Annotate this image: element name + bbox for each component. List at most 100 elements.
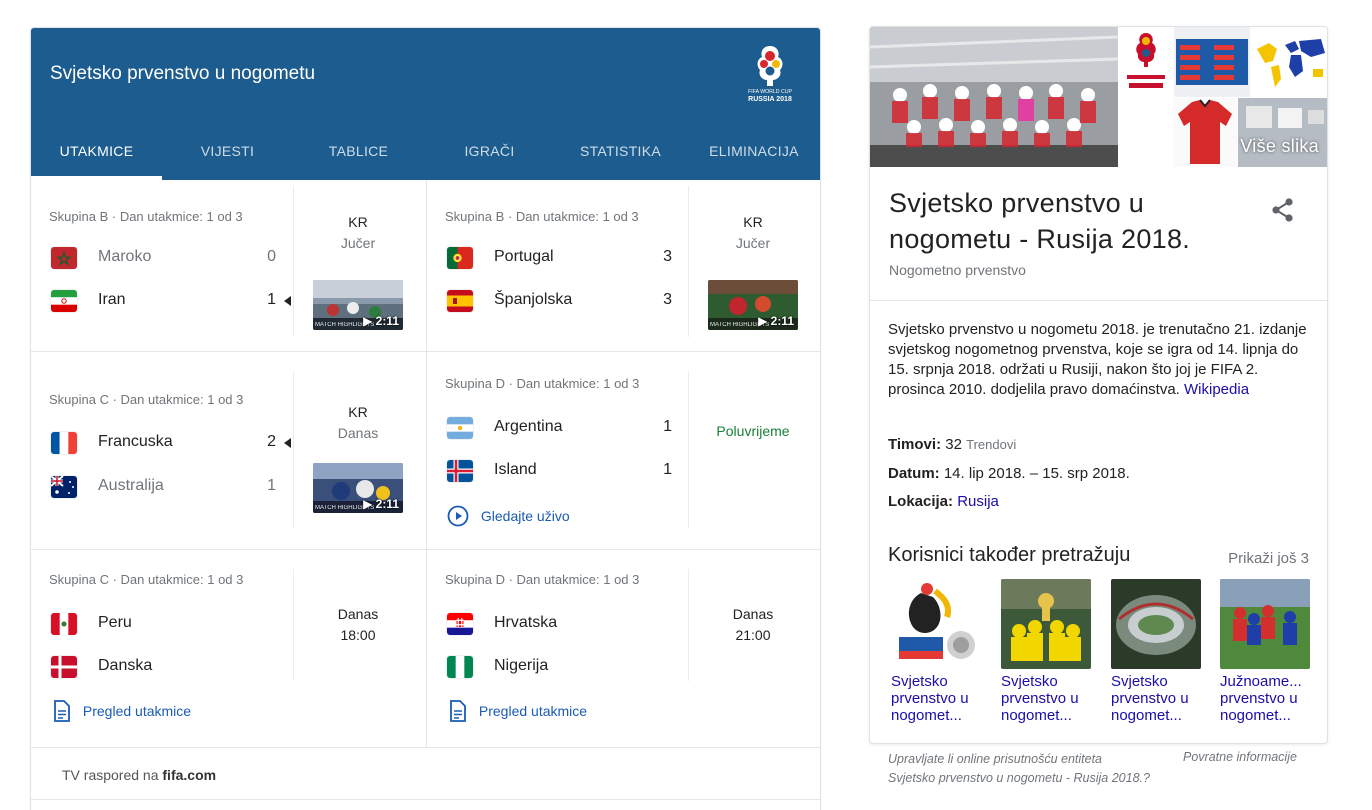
card-header: Svjetsko prvenstvo u nogometu FIFA WORLD…: [31, 28, 820, 180]
team-name: Danska: [98, 657, 153, 674]
team-name: Hrvatska: [494, 614, 558, 631]
team-name: Španjolska: [494, 291, 573, 308]
group-label: Skupina D · Dan utakmice: 1 od 3: [445, 572, 640, 587]
related-entity-image: [1220, 579, 1310, 669]
highlights-video-thumbnail[interactable]: MATCH HIGHLIGHTS ▶ 2:11: [313, 463, 403, 513]
tv-schedule[interactable]: TV raspored na fifa.com: [62, 767, 216, 783]
peru-flag-icon: [51, 613, 77, 635]
related-entity[interactable]: Južnoame... prvenstvo u nogomet...: [1220, 579, 1312, 724]
map-thumbnail[interactable]: [1251, 27, 1327, 97]
tab-tablice[interactable]: TABLICE: [293, 132, 424, 180]
logo-thumbnail[interactable]: [1119, 27, 1173, 97]
world-cup-logo: FIFA WORLD CUP RUSSIA 2018: [748, 46, 792, 103]
document-icon: [54, 700, 70, 722]
team-row: Australija 1: [51, 474, 291, 500]
match-card[interactable]: Skupina B · Dan utakmice: 1 od 3 Portuga…: [427, 180, 820, 351]
denmark-flag-icon: [51, 656, 77, 678]
match-status: KR Jučer: [693, 212, 813, 254]
highlights-video-thumbnail[interactable]: MATCH HIGHLIGHTS ▶ 2:11: [708, 280, 798, 330]
live-status: Poluvrijeme: [716, 423, 790, 439]
entity-subtitle: Nogometno prvenstvo: [889, 262, 1026, 278]
group-label: Skupina B · Dan utakmice: 1 od 3: [445, 209, 639, 224]
tab-utakmice[interactable]: UTAKMICE: [31, 132, 162, 180]
entity-title: Svjetsko prvenstvo u nogometu - Rusija 2…: [889, 188, 1191, 254]
match-card[interactable]: Skupina D · Dan utakmice: 1 od 3 Argenti…: [427, 352, 820, 549]
team-row: Iran 1: [51, 288, 296, 314]
tab-igraci[interactable]: IGRAČI: [424, 132, 555, 180]
portugal-flag-icon: [447, 247, 473, 269]
team-photo[interactable]: [870, 27, 1118, 167]
related-entity-line1: Južnoame...: [1220, 673, 1302, 690]
claim-line2: Svjetsko prvenstvo u nogometu - Rusija 2…: [888, 771, 1150, 785]
video-duration: ▶ 2:11: [758, 314, 794, 328]
video-duration: ▶ 2:11: [363, 314, 399, 328]
wikipedia-link[interactable]: Wikipedia: [1184, 381, 1249, 398]
match-card[interactable]: Skupina D · Dan utakmice: 1 od 3 Hrvatsk…: [427, 550, 820, 747]
kickoff-time: 21:00: [735, 627, 771, 643]
highlights-video-thumbnail[interactable]: MATCH HIGHLIGHTS ▶ 2:11: [313, 280, 403, 330]
more-images-thumbnail[interactable]: Više slika: [1238, 98, 1327, 167]
croatia-flag-icon: [447, 613, 473, 635]
related-entity[interactable]: Svjetsko prvenstvo u nogomet...: [1111, 579, 1203, 724]
team-score: 1: [663, 461, 672, 478]
team-row: Argentina 1: [447, 415, 687, 441]
related-entity-line1: Svjetsko: [891, 673, 948, 690]
team-row: Peru: [51, 611, 291, 637]
status-line1: KR: [743, 214, 763, 230]
related-entity-line2: prvenstvo u: [1001, 690, 1079, 707]
tab-eliminacija[interactable]: ELIMINACIJA: [686, 132, 820, 180]
morocco-flag-icon: [51, 247, 77, 269]
match-preview-link[interactable]: Pregled utakmice: [53, 700, 191, 722]
card-title[interactable]: Svjetsko prvenstvo u nogometu: [50, 63, 315, 85]
group-label: Skupina C · Dan utakmice: 1 od 3: [49, 572, 244, 587]
related-entity-line3: nogomet...: [1220, 707, 1291, 724]
more-images-label: Više slika: [1240, 136, 1319, 156]
iran-flag-icon: [51, 290, 77, 312]
tab-vijesti[interactable]: VIJESTI: [162, 132, 293, 180]
team-name: Island: [494, 461, 537, 478]
team-name: Nigerija: [494, 657, 549, 674]
team-score: 2: [267, 433, 276, 450]
watch-live-link[interactable]: Gledajte uživo: [447, 505, 570, 527]
row-divider: [31, 747, 820, 748]
match-preview-label: Pregled utakmice: [478, 703, 588, 719]
match-card[interactable]: Skupina C · Dan utakmice: 1 od 3 Francus…: [31, 352, 426, 549]
match-card[interactable]: Skupina C · Dan utakmice: 1 od 3 Peru Da…: [31, 550, 426, 747]
match-preview-link[interactable]: Pregled utakmice: [449, 700, 587, 722]
video-duration: ▶ 2:11: [363, 497, 399, 511]
show-more-link[interactable]: Prikaži još 3: [1228, 550, 1309, 567]
feedback-link[interactable]: Povratne informacije: [1183, 750, 1297, 764]
location-link[interactable]: Rusija: [957, 493, 999, 510]
kickoff-time: 18:00: [340, 627, 376, 643]
tab-statistika[interactable]: STATISTIKA: [555, 132, 686, 180]
fact-value: 32: [945, 436, 962, 453]
related-entity-line3: nogomet...: [1001, 707, 1072, 724]
match-card[interactable]: Skupina B · Dan utakmice: 1 od 3 Maroko …: [31, 180, 426, 351]
related-entity-line1: Svjetsko: [1001, 673, 1058, 690]
trends-link[interactable]: Trendovi: [966, 437, 1016, 452]
group-label: Skupina B · Dan utakmice: 1 od 3: [49, 209, 243, 224]
related-entity[interactable]: Svjetsko prvenstvo u nogomet...: [1001, 579, 1093, 724]
status-line2: Jučer: [735, 235, 771, 251]
match-day: Danas: [337, 606, 379, 622]
claim-line1: Upravljate li online prisutnošću entitet…: [888, 752, 1103, 766]
related-entity-line3: nogomet...: [1111, 707, 1182, 724]
related-entity-image: [1001, 579, 1091, 669]
winner-arrow-icon: [284, 438, 291, 448]
fact-teams: Timovi: 32 Trendovi: [888, 436, 1016, 453]
related-entity-image: [1111, 579, 1201, 669]
fact-label: Lokacija:: [888, 493, 954, 510]
jersey-thumbnail[interactable]: [1174, 98, 1237, 167]
fact-label: Timovi:: [888, 436, 942, 453]
divider: [870, 300, 1327, 301]
group-label: Skupina D · Dan utakmice: 1 od 3: [445, 376, 640, 391]
logo-line2: RUSSIA 2018: [748, 96, 792, 103]
spain-flag-icon: [447, 290, 473, 312]
claim-entity-note[interactable]: Upravljate li online prisutnošću entitet…: [888, 750, 1188, 788]
play-circle-icon: [447, 505, 469, 527]
related-entity[interactable]: Svjetsko prvenstvo u nogomet...: [891, 579, 983, 724]
status-line2: Danas: [337, 425, 379, 441]
team-row: Danska: [51, 654, 291, 680]
share-icon[interactable]: [1269, 196, 1297, 224]
schedule-thumbnail[interactable]: [1174, 27, 1250, 97]
